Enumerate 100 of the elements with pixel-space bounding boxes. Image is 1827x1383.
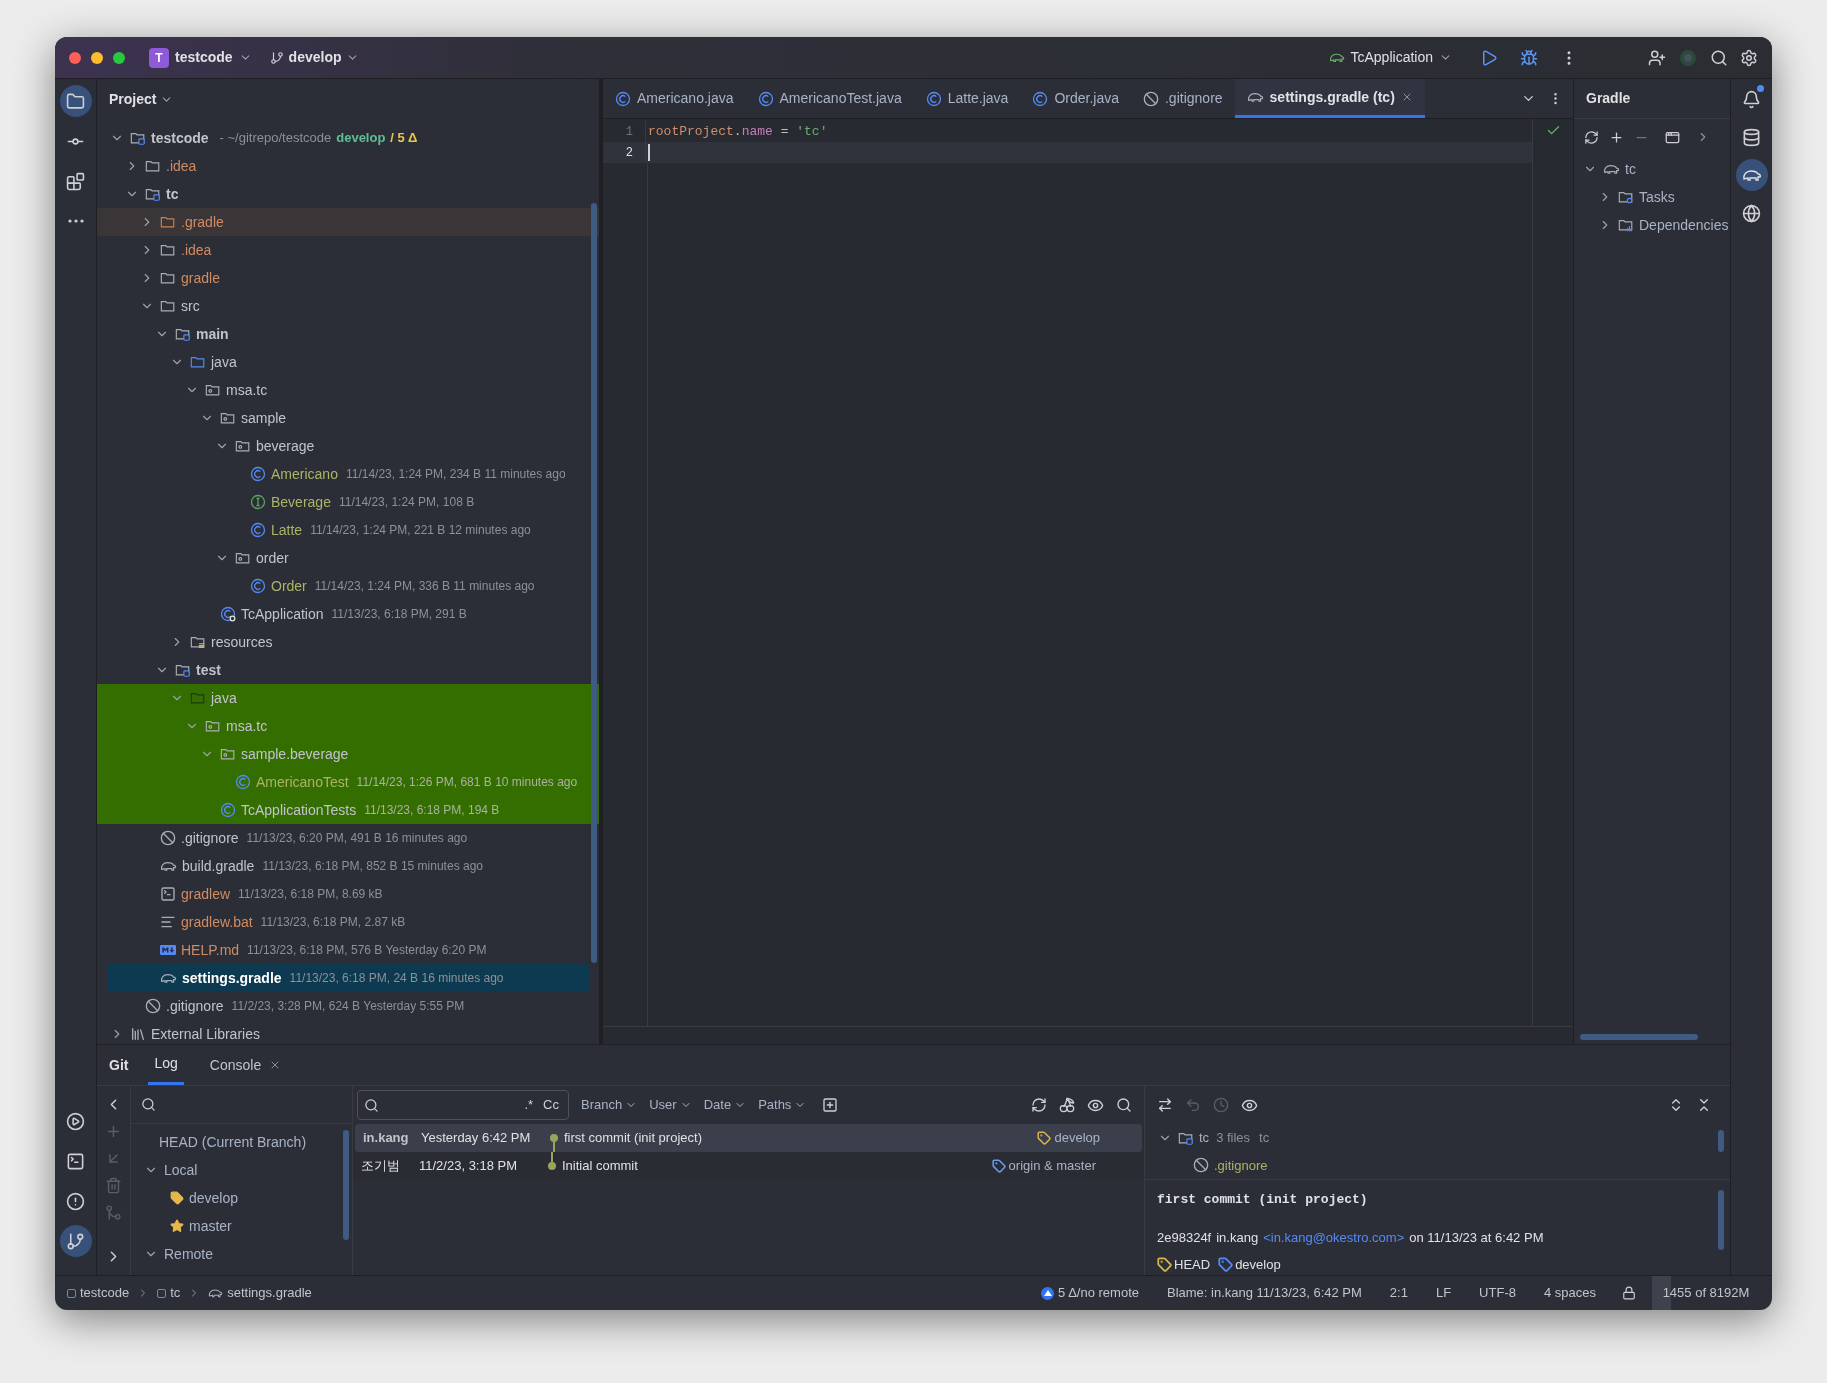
tree-row[interactable]: resources bbox=[97, 628, 599, 656]
tree-row[interactable]: gradlew.bat 11/13/23, 6:18 PM, 2.87 kB bbox=[97, 908, 599, 936]
editor-tab[interactable]: .gitignore bbox=[1131, 79, 1235, 118]
tree-row[interactable]: java bbox=[97, 348, 599, 376]
run-configuration-menu[interactable]: TcApplication bbox=[1324, 43, 1456, 72]
tree-row[interactable]: Latte 11/14/23, 1:24 PM, 221 B 12 minutes ago bbox=[97, 516, 599, 544]
scrollbar[interactable] bbox=[1718, 1130, 1724, 1152]
tree-row[interactable]: msa.tc bbox=[97, 376, 599, 404]
tree-row[interactable]: src bbox=[97, 292, 599, 320]
tree-row[interactable]: tc 3 files tc bbox=[1145, 1124, 1730, 1152]
status-item[interactable]: UTF-8 bbox=[1469, 1283, 1526, 1303]
tree-row[interactable]: tc bbox=[97, 180, 599, 208]
folder-icon bbox=[160, 214, 176, 230]
cherry-icon[interactable] bbox=[1059, 1097, 1075, 1113]
filter-dropdown[interactable]: User bbox=[649, 1095, 692, 1115]
tree-row[interactable]: TcApplicationTests 11/13/23, 6:18 PM, 194 B bbox=[97, 796, 599, 824]
filter-dropdown[interactable]: Branch bbox=[581, 1095, 638, 1115]
run-icon[interactable] bbox=[1480, 48, 1498, 67]
tree-row[interactable]: Dependencies bbox=[1574, 211, 1730, 239]
gradle-tool-button[interactable] bbox=[1735, 159, 1768, 191]
tree-row[interactable]: testcode - ~/gitrepo/testcode develop / 5 Δ bbox=[97, 124, 599, 152]
tree-row[interactable]: main bbox=[97, 320, 599, 348]
project-menu[interactable]: T testcode bbox=[145, 43, 256, 72]
tree-row[interactable]: .idea bbox=[97, 236, 599, 264]
lock-icon[interactable] bbox=[1622, 1286, 1636, 1300]
commit-row[interactable]: in.kang Yesterday 6:42 PM first commit (init project) develop bbox=[355, 1124, 1142, 1152]
tree-row[interactable]: .gradle bbox=[97, 208, 599, 236]
close-window-button[interactable] bbox=[69, 51, 81, 64]
tree-row[interactable]: External Libraries bbox=[97, 1020, 599, 1048]
tree-row[interactable]: settings.gradle 11/13/23, 6:18 PM, 24 B 16 minutes ago bbox=[107, 964, 589, 992]
panel-tab[interactable]: Console bbox=[203, 1045, 288, 1085]
editor-tab[interactable]: settings.gradle (tc) bbox=[1234, 79, 1425, 118]
scrollbar[interactable] bbox=[343, 1130, 349, 1240]
branch-row[interactable]: Local bbox=[131, 1156, 352, 1184]
branch-row[interactable]: HEAD (Current Branch) bbox=[131, 1128, 352, 1156]
editor-tab[interactable]: Latte.java bbox=[913, 79, 1021, 118]
plus-icon[interactable] bbox=[1609, 129, 1624, 145]
tree-row[interactable]: msa.tc bbox=[97, 712, 599, 740]
refresh-icon[interactable] bbox=[1031, 1097, 1047, 1113]
tree-row[interactable]: TcApplication 11/13/23, 6:18 PM, 291 B bbox=[97, 600, 599, 628]
tree-row[interactable]: gradlew 11/13/23, 6:18 PM, 8.69 kB bbox=[97, 880, 599, 908]
breadcrumb[interactable]: testcode bbox=[67, 1283, 130, 1303]
status-item[interactable]: LF bbox=[1425, 1283, 1462, 1303]
branch-row[interactable]: master bbox=[131, 1212, 352, 1240]
scrollbar[interactable] bbox=[591, 203, 597, 963]
status-item[interactable]: 4 spaces bbox=[1533, 1283, 1606, 1303]
settings-icon[interactable] bbox=[1740, 48, 1758, 67]
filter-field[interactable]: .* Cc bbox=[357, 1090, 569, 1120]
tree-row[interactable]: .gitignore 11/13/23, 6:20 PM, 491 B 16 minutes ago bbox=[97, 824, 599, 852]
tree-row[interactable]: Beverage 11/14/23, 1:24 PM, 108 B bbox=[97, 488, 599, 516]
tree-row[interactable]: gradle bbox=[97, 264, 599, 292]
branch-row[interactable]: Remote bbox=[131, 1240, 352, 1268]
regex-toggle[interactable]: .* bbox=[521, 1095, 537, 1115]
breadcrumb[interactable]: settings.gradle bbox=[208, 1283, 312, 1303]
arrows-icon[interactable] bbox=[1157, 1097, 1173, 1113]
search-icon[interactable] bbox=[1710, 48, 1728, 67]
match-case-toggle[interactable]: Cc bbox=[540, 1095, 562, 1115]
tree-row[interactable]: tc bbox=[1574, 155, 1730, 183]
vcs-status[interactable]: 5 Δ/no remote bbox=[1041, 1283, 1139, 1303]
search-icon[interactable] bbox=[1116, 1097, 1132, 1113]
refresh-icon[interactable] bbox=[1584, 129, 1599, 145]
folder-tool-button[interactable] bbox=[59, 85, 92, 117]
minimize-window-button[interactable] bbox=[91, 51, 103, 64]
breadcrumb[interactable]: tc bbox=[157, 1283, 181, 1303]
tree-row[interactable]: build.gradle 11/13/23, 6:18 PM, 852 B 15 minutes ago bbox=[97, 852, 599, 880]
scrollbar[interactable] bbox=[1718, 1190, 1724, 1250]
editor-tab[interactable]: Americano.java bbox=[603, 79, 746, 118]
editor-tab[interactable]: Order.java bbox=[1020, 79, 1131, 118]
branch-menu[interactable]: develop bbox=[265, 43, 364, 72]
tree-row[interactable]: .gitignore 11/2/23, 3:28 PM, 624 B Yesterday 5:55 PM bbox=[97, 992, 599, 1020]
editor-tab[interactable]: AmericanoTest.java bbox=[745, 79, 914, 118]
panel-tab[interactable]: Log bbox=[148, 1045, 184, 1085]
add-user-icon[interactable] bbox=[1648, 48, 1666, 67]
tree-row[interactable]: .idea bbox=[97, 152, 599, 180]
new-tab-icon[interactable] bbox=[822, 1097, 839, 1113]
tree-row[interactable]: sample bbox=[97, 404, 599, 432]
scrollbar[interactable] bbox=[1580, 1034, 1698, 1040]
tree-row[interactable]: test bbox=[97, 656, 599, 684]
run-configuration-name: TcApplication bbox=[1350, 48, 1433, 67]
status-item[interactable]: Blame: in.kang 11/13/23, 6:42 PM bbox=[1156, 1283, 1372, 1303]
tree-row[interactable]: .gitignore bbox=[1145, 1151, 1730, 1179]
tree-row[interactable]: order bbox=[97, 544, 599, 572]
commit-row[interactable]: 조기범 11/2/23, 3:18 PM Initial commit origin & master bbox=[353, 1152, 1144, 1180]
branch-row[interactable]: develop bbox=[131, 1184, 352, 1212]
bug-icon[interactable] bbox=[1520, 48, 1538, 67]
tree-row[interactable]: beverage bbox=[97, 432, 599, 460]
tree-row[interactable]: Order 11/14/23, 1:24 PM, 336 B 11 minutes ago bbox=[97, 572, 599, 600]
filter-dropdown[interactable]: Paths bbox=[758, 1095, 807, 1115]
memory-indicator[interactable]: 1455 of 8192M bbox=[1652, 1275, 1760, 1310]
run-panel-icon[interactable] bbox=[1665, 129, 1680, 145]
tree-row[interactable]: java bbox=[97, 684, 599, 712]
branch-tool-button[interactable] bbox=[59, 1225, 92, 1257]
email-link[interactable]: <in.kang@okestro.com> bbox=[1263, 1227, 1405, 1247]
tree-row[interactable]: Americano 11/14/23, 1:24 PM, 234 B 11 minutes ago bbox=[97, 460, 599, 488]
status-item[interactable]: 2:1 bbox=[1379, 1283, 1418, 1303]
zoom-window-button[interactable] bbox=[113, 51, 125, 64]
tree-row[interactable]: HELP.md 11/13/23, 6:18 PM, 576 B Yesterday 6:20 PM bbox=[97, 936, 599, 964]
tree-row[interactable]: Tasks bbox=[1574, 183, 1730, 211]
tree-row[interactable]: sample.beverage bbox=[97, 740, 599, 768]
filter-dropdown[interactable]: Date bbox=[703, 1095, 747, 1115]
